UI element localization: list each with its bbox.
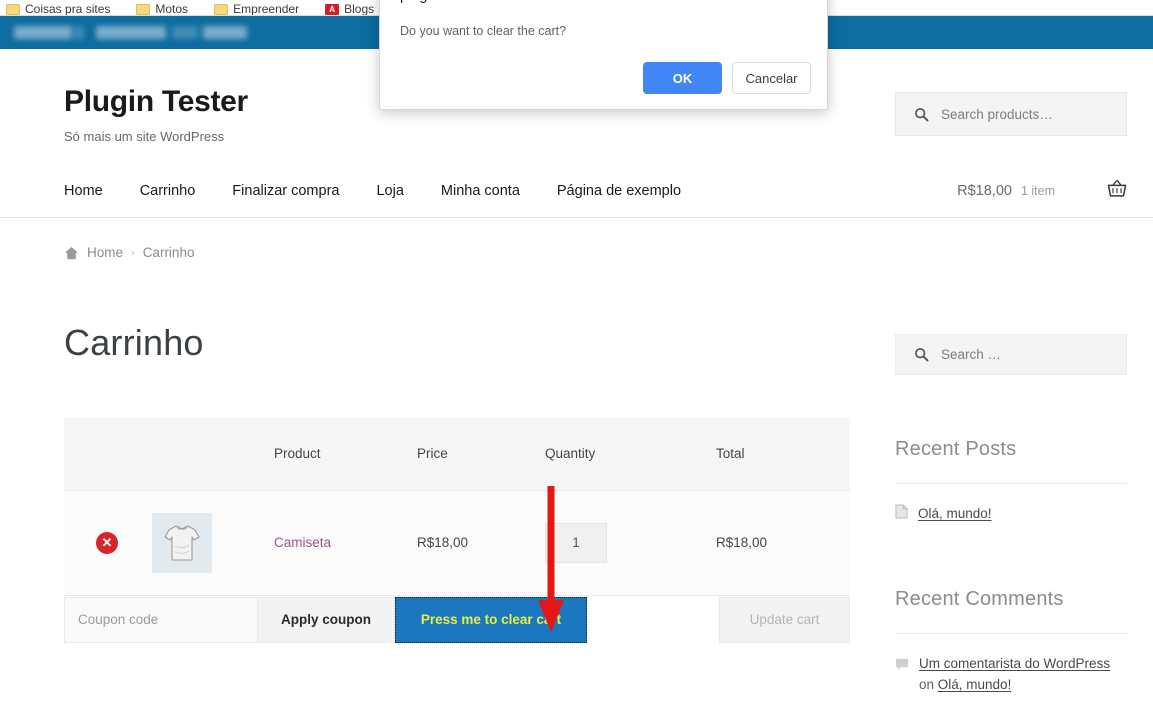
bookmark-item[interactable]: Coisas pra sites bbox=[6, 3, 110, 15]
cell-remove: ✕ bbox=[64, 490, 152, 596]
product-search-input[interactable]: Search products… bbox=[895, 92, 1127, 136]
tshirt-placeholder-icon[interactable] bbox=[152, 512, 212, 573]
recent-comments-list: Um comentarista do WordPress on Olá, mun… bbox=[895, 634, 1127, 696]
cart-actions-row: Coupon code Apply coupon Press me to cle… bbox=[64, 596, 850, 643]
cart-table-body: ✕ Camiseta R$18,00 1 R$18,00 bbox=[64, 490, 850, 596]
nav-item-minha-conta[interactable]: Minha conta bbox=[441, 183, 520, 199]
bookmark-label: Empreender bbox=[233, 2, 300, 16]
content-wrapper: Carrinho Product Price Quantity Total ✕ … bbox=[0, 322, 1153, 696]
cell-total: R$18,00 bbox=[716, 490, 850, 596]
header-thumbnail bbox=[152, 418, 274, 491]
dialog-title: plugintester.dev.cc diz bbox=[400, 0, 807, 4]
remove-item-icon[interactable]: ✕ bbox=[96, 531, 118, 554]
comment-connector: on bbox=[919, 676, 938, 692]
press-me-to-clear-cart-button[interactable]: Press me to clear cart bbox=[395, 596, 587, 643]
search-icon bbox=[914, 347, 929, 362]
bookmark-item[interactable]: Empreender bbox=[214, 3, 299, 15]
quantity-input[interactable]: 1 bbox=[545, 522, 607, 563]
coupon-placeholder: Coupon code bbox=[78, 612, 159, 627]
list-item: Um comentarista do WordPress on Olá, mun… bbox=[895, 634, 1127, 696]
breadcrumb: Home › Carrinho bbox=[0, 218, 1153, 260]
comment-post-link[interactable]: Olá, mundo! bbox=[938, 677, 1012, 692]
cell-thumbnail bbox=[152, 490, 274, 596]
comment-text: Um comentarista do WordPress on Olá, mun… bbox=[919, 654, 1127, 696]
bookmark-label: Coisas pra sites bbox=[25, 2, 111, 16]
product-search-placeholder: Search products… bbox=[941, 106, 1053, 122]
dialog-ok-button[interactable]: OK bbox=[643, 62, 722, 94]
admin-bar-redacted-item bbox=[172, 26, 198, 39]
breadcrumb-home-link[interactable]: Home bbox=[87, 245, 123, 260]
search-input[interactable]: Search … bbox=[895, 334, 1127, 375]
cell-product-name: Camiseta bbox=[274, 490, 417, 596]
update-cart-button[interactable]: Update cart bbox=[719, 596, 850, 643]
admin-bar-redacted-item bbox=[14, 26, 72, 39]
coupon-code-input[interactable]: Coupon code bbox=[64, 596, 258, 643]
nav-item-loja[interactable]: Loja bbox=[376, 183, 403, 199]
comment-author-link[interactable]: Um comentarista do WordPress bbox=[919, 656, 1110, 671]
admin-bar-redacted-item bbox=[74, 26, 84, 39]
bookmark-item[interactable]: Motos bbox=[136, 3, 188, 15]
sidebar: Search … Recent Posts Olá, mundo! Recent… bbox=[895, 322, 1127, 696]
header-remove bbox=[64, 418, 152, 491]
header-total: Total bbox=[716, 418, 850, 491]
folder-icon bbox=[6, 3, 20, 15]
actions-spacer bbox=[587, 597, 719, 643]
header-quantity: Quantity bbox=[545, 418, 716, 491]
breadcrumb-separator: › bbox=[131, 246, 135, 259]
breadcrumb-current: Carrinho bbox=[142, 245, 195, 260]
main-column: Carrinho Product Price Quantity Total ✕ … bbox=[64, 322, 854, 696]
cart-table-head: Product Price Quantity Total bbox=[64, 418, 850, 491]
nav-item-home[interactable]: Home bbox=[64, 183, 103, 199]
bookmark-label: Motos bbox=[155, 2, 189, 16]
search-icon bbox=[914, 107, 929, 121]
recent-posts-title: Recent Posts bbox=[895, 438, 1017, 460]
cart-total-amount: R$18,00 bbox=[957, 182, 1012, 199]
shopping-basket-icon[interactable] bbox=[1107, 179, 1127, 202]
page-canvas: Plugin Tester Só mais um site WordPress … bbox=[0, 49, 1153, 727]
home-icon[interactable] bbox=[64, 246, 79, 260]
cell-quantity: 1 bbox=[545, 490, 716, 596]
dialog-cancel-button[interactable]: Cancelar bbox=[732, 62, 811, 94]
page-title: Carrinho bbox=[64, 322, 204, 363]
cart-summary[interactable]: R$18,00 1 item bbox=[957, 183, 1055, 199]
cell-price: R$18,00 bbox=[417, 490, 545, 596]
cart-header-row: Product Price Quantity Total bbox=[64, 418, 850, 491]
folder-icon bbox=[136, 3, 151, 15]
header-price: Price bbox=[417, 418, 545, 491]
apply-coupon-button[interactable]: Apply coupon bbox=[258, 596, 395, 643]
javascript-confirm-dialog: plugintester.dev.cc diz Do you want to c… bbox=[379, 0, 828, 110]
primary-navigation: Home Carrinho Finalizar compra Loja Minh… bbox=[0, 164, 1153, 218]
recent-post-link[interactable]: Olá, mundo! bbox=[918, 504, 992, 525]
admin-bar-redacted-item bbox=[203, 26, 247, 39]
folder-icon bbox=[214, 3, 229, 15]
post-icon bbox=[895, 504, 908, 519]
cart-item-count: 1 item bbox=[1020, 183, 1055, 198]
nav-item-carrinho[interactable]: Carrinho bbox=[140, 183, 196, 199]
header-product: Product bbox=[274, 418, 417, 491]
cart-table: Product Price Quantity Total ✕ Camiseta … bbox=[64, 418, 850, 596]
recent-comments-title: Recent Comments bbox=[895, 587, 1064, 610]
table-row: ✕ Camiseta R$18,00 1 R$18,00 bbox=[64, 490, 850, 596]
bookmark-label: Blogs bbox=[344, 2, 375, 16]
comment-icon bbox=[895, 658, 909, 670]
list-item: Olá, mundo! bbox=[895, 484, 1127, 525]
dialog-buttons: OK Cancelar bbox=[643, 62, 811, 94]
recent-posts-list: Olá, mundo! bbox=[895, 484, 1127, 525]
nav-item-finalizar-compra[interactable]: Finalizar compra bbox=[232, 183, 339, 199]
bookmark-item[interactable]: A Blogs bbox=[325, 3, 374, 15]
admin-bar-redacted-item bbox=[96, 26, 166, 39]
search-placeholder: Search … bbox=[941, 347, 1002, 362]
dialog-message: Do you want to clear the cart? bbox=[400, 24, 567, 38]
nav-item-pagina-de-exemplo[interactable]: Página de exemplo bbox=[557, 183, 681, 199]
red-bookmark-icon: A bbox=[325, 3, 340, 15]
product-link[interactable]: Camiseta bbox=[274, 535, 331, 550]
